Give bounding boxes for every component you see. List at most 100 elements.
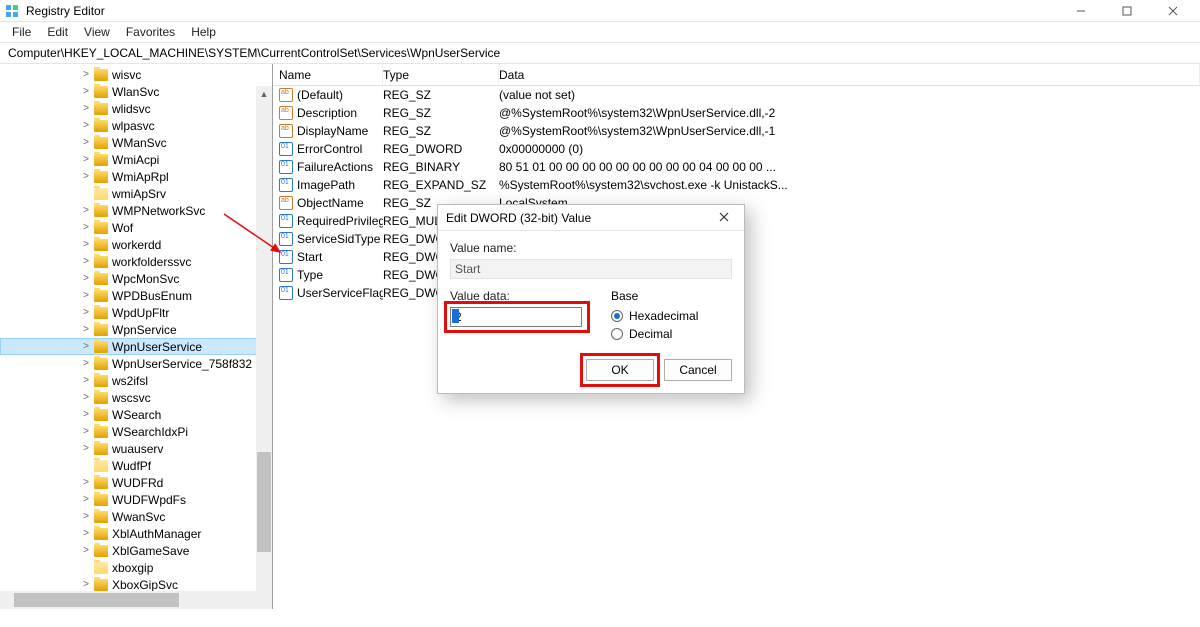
menu-bar: File Edit View Favorites Help [0, 22, 1200, 42]
expander-icon[interactable]: > [80, 154, 92, 165]
tree-item-XblGameSave[interactable]: >XblGameSave [0, 542, 272, 559]
expander-icon[interactable]: > [80, 494, 92, 505]
expander-icon[interactable]: > [80, 511, 92, 522]
expander-icon[interactable]: > [80, 256, 92, 267]
minimize-button[interactable] [1058, 0, 1104, 22]
tree-item-WSearchIdxPi[interactable]: >WSearchIdxPi [0, 423, 272, 440]
menu-file[interactable]: File [6, 23, 37, 41]
maximize-button[interactable] [1104, 0, 1150, 22]
tree-pane[interactable]: >wisvc>WlanSvc>wlidsvc>wlpasvc>WManSvc>W… [0, 64, 273, 609]
menu-favorites[interactable]: Favorites [120, 23, 181, 41]
expander-icon[interactable]: > [80, 545, 92, 556]
menu-help[interactable]: Help [185, 23, 222, 41]
expander-icon[interactable]: > [80, 69, 92, 80]
expander-icon[interactable]: > [80, 426, 92, 437]
tree-item-WpcMonSvc[interactable]: >WpcMonSvc [0, 270, 272, 287]
tree-hscrollbar[interactable] [0, 591, 272, 609]
tree-item-Wof[interactable]: >Wof [0, 219, 272, 236]
tree-item-WmiAcpi[interactable]: > WmiAcpi [0, 151, 272, 168]
tree-item-WpnUserService_758f832[interactable]: >WpnUserService_758f832 [0, 355, 272, 372]
menu-edit[interactable]: Edit [41, 23, 74, 41]
expander-icon[interactable]: > [80, 103, 92, 114]
cancel-button[interactable]: Cancel [664, 359, 732, 381]
tree-item-WwanSvc[interactable]: >WwanSvc [0, 508, 272, 525]
tree-item-WPDBusEnum[interactable]: > WPDBusEnum [0, 287, 272, 304]
tree-label: WSearch [112, 408, 161, 422]
tree-item-wisvc[interactable]: >wisvc [0, 66, 272, 83]
list-row-Description[interactable]: DescriptionREG_SZ@%SystemRoot%\system32\… [273, 104, 1200, 122]
column-data[interactable]: Data [499, 64, 1200, 85]
list-row-DisplayName[interactable]: DisplayNameREG_SZ@%SystemRoot%\system32\… [273, 122, 1200, 140]
tree-item-ws2ifsl[interactable]: >ws2ifsl [0, 372, 272, 389]
value-data: %SystemRoot%\system32\svchost.exe -k Uni… [499, 178, 1200, 192]
expander-icon[interactable]: > [80, 324, 92, 335]
tree-label: WudfPf [112, 459, 151, 473]
expander-icon[interactable]: > [80, 86, 92, 97]
ok-button[interactable]: OK [586, 359, 654, 381]
dialog-close-button[interactable] [712, 211, 736, 225]
expander-icon[interactable]: > [80, 579, 92, 590]
expander-icon[interactable]: > [80, 273, 92, 284]
expander-icon[interactable]: > [80, 222, 92, 233]
tree-vscrollbar[interactable]: ▲ ▼ [256, 86, 272, 609]
scroll-thumb[interactable] [257, 452, 271, 552]
tree-item-WudfPf[interactable]: WudfPf [0, 457, 272, 474]
address-bar[interactable]: Computer\HKEY_LOCAL_MACHINE\SYSTEM\Curre… [0, 42, 1200, 64]
expander-icon[interactable]: > [80, 290, 92, 301]
radio-hexadecimal[interactable]: Hexadecimal [611, 307, 732, 325]
tree-item-xboxgip[interactable]: xboxgip [0, 559, 272, 576]
tree-item-WpnUserService[interactable]: >WpnUserService [0, 338, 272, 355]
tree-item-WUDFRd[interactable]: >WUDFRd [0, 474, 272, 491]
scroll-up-icon[interactable]: ▲ [256, 86, 272, 102]
expander-icon[interactable]: > [80, 307, 92, 318]
dec-label: Decimal [629, 327, 672, 341]
hscroll-thumb[interactable] [14, 593, 179, 607]
value-type: REG_BINARY [383, 160, 499, 174]
expander-icon[interactable]: > [80, 358, 92, 369]
list-row-ErrorControl[interactable]: ErrorControlREG_DWORD0x00000000 (0) [273, 140, 1200, 158]
list-row-FailureActions[interactable]: FailureActionsREG_BINARY80 51 01 00 00 0… [273, 158, 1200, 176]
tree-item-WMPNetworkSvc[interactable]: >WMPNetworkSvc [0, 202, 272, 219]
folder-icon [94, 375, 108, 387]
tree-item-wmiApSrv[interactable]: wmiApSrv [0, 185, 272, 202]
tree-item-workfolderssvc[interactable]: >workfolderssvc [0, 253, 272, 270]
tree-item-WManSvc[interactable]: >WManSvc [0, 134, 272, 151]
column-type[interactable]: Type [383, 64, 499, 85]
menu-view[interactable]: View [78, 23, 116, 41]
tree-item-wscsvc[interactable]: >wscsvc [0, 389, 272, 406]
expander-icon[interactable]: > [80, 528, 92, 539]
tree-item-wlidsvc[interactable]: >wlidsvc [0, 100, 272, 117]
list-row-ImagePath[interactable]: ImagePathREG_EXPAND_SZ%SystemRoot%\syste… [273, 176, 1200, 194]
expander-icon[interactable]: > [80, 392, 92, 403]
radio-decimal[interactable]: Decimal [611, 325, 732, 343]
expander-icon[interactable]: > [80, 477, 92, 488]
expander-icon[interactable]: > [80, 239, 92, 250]
tree-item-WlanSvc[interactable]: >WlanSvc [0, 83, 272, 100]
expander-icon[interactable]: > [80, 137, 92, 148]
expander-icon[interactable]: > [80, 205, 92, 216]
close-button[interactable] [1150, 0, 1196, 22]
tree-label: WmiAcpi [112, 153, 159, 167]
value-data-field[interactable] [450, 307, 582, 327]
tree-item-wuauserv[interactable]: >wuauserv [0, 440, 272, 457]
list-header[interactable]: Name Type Data [273, 64, 1200, 86]
expander-icon[interactable]: > [80, 409, 92, 420]
column-name[interactable]: Name [273, 64, 383, 85]
tree-item-WSearch[interactable]: > WSearch [0, 406, 272, 423]
list-row-(Default)[interactable]: (Default)REG_SZ(value not set) [273, 86, 1200, 104]
dialog-titlebar[interactable]: Edit DWORD (32-bit) Value [438, 205, 744, 231]
expander-icon[interactable]: > [80, 341, 92, 352]
tree-item-workerdd[interactable]: >workerdd [0, 236, 272, 253]
folder-icon [94, 69, 108, 81]
tree-item-WpnService[interactable]: >WpnService [0, 321, 272, 338]
expander-icon[interactable]: > [80, 375, 92, 386]
tree-item-WmiApRpl[interactable]: >WmiApRpl [0, 168, 272, 185]
expander-icon[interactable]: > [80, 443, 92, 454]
expander-icon[interactable]: > [80, 171, 92, 182]
tree-item-WpdUpFltr[interactable]: >WpdUpFltr [0, 304, 272, 321]
tree-item-XblAuthManager[interactable]: >XblAuthManager [0, 525, 272, 542]
tree-label: WPDBusEnum [112, 289, 192, 303]
tree-item-wlpasvc[interactable]: >wlpasvc [0, 117, 272, 134]
tree-item-WUDFWpdFs[interactable]: >WUDFWpdFs [0, 491, 272, 508]
expander-icon[interactable]: > [80, 120, 92, 131]
